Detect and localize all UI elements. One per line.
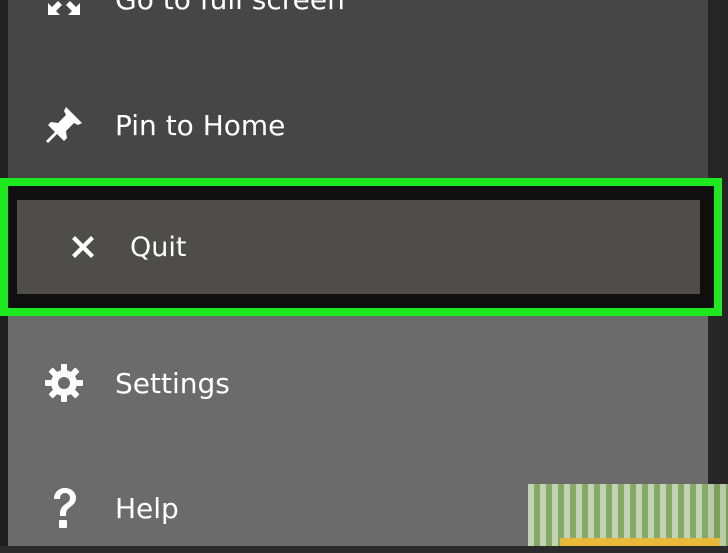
menu-item-fullscreen[interactable]: Go to full screen bbox=[8, 0, 708, 44]
menu-item-quit[interactable]: Quit bbox=[17, 200, 700, 294]
watermark-logo bbox=[528, 484, 728, 546]
menu-item-label: Pin to Home bbox=[115, 108, 286, 142]
menu-item-label: Quit bbox=[130, 231, 187, 263]
menu-item-label: Help bbox=[115, 491, 179, 525]
close-icon bbox=[67, 231, 99, 263]
pin-icon bbox=[42, 103, 86, 147]
menu-item-label: Settings bbox=[115, 366, 230, 400]
menu-item-pin-to-home[interactable]: Pin to Home bbox=[8, 80, 708, 170]
fullscreen-icon bbox=[42, 0, 86, 21]
watermark-bar bbox=[560, 538, 720, 546]
menu-item-settings[interactable]: Settings bbox=[8, 338, 708, 428]
question-icon bbox=[42, 486, 86, 530]
gear-icon bbox=[42, 361, 86, 405]
menu-item-label: Go to full screen bbox=[115, 0, 345, 16]
